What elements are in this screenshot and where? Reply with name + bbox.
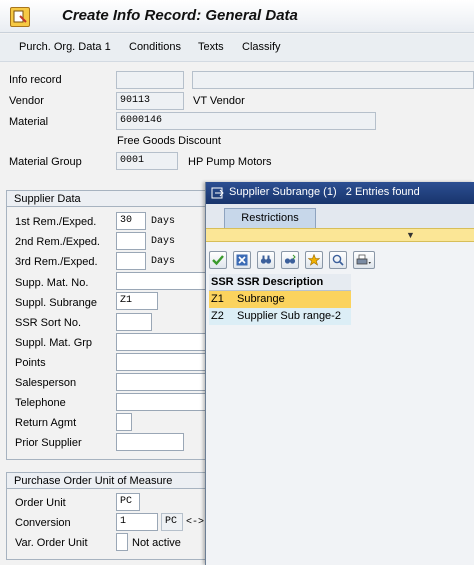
rem2-label: 2nd Rem./Exped. — [15, 236, 100, 248]
rem1-label: 1st Rem./Exped. — [15, 216, 97, 228]
supplier-data-header: Supplier Data — [7, 191, 215, 207]
table-row[interactable]: Z1 Subrange — [209, 291, 351, 308]
row-description: Supplier Sub range-2 — [237, 310, 341, 322]
rem1-field[interactable]: 30 — [116, 212, 146, 230]
return-agmt-checkbox[interactable] — [116, 413, 132, 431]
ssr-sort-no-field[interactable] — [116, 313, 152, 331]
info-record-desc-field — [192, 71, 474, 89]
telephone-label: Telephone — [15, 397, 66, 409]
supp-mat-no-label: Supp. Mat. No. — [15, 277, 89, 289]
results-header-row: SSR SSR Description — [209, 274, 351, 291]
find-next-icon[interactable] — [281, 251, 299, 269]
points-label: Points — [15, 357, 46, 369]
material-group-desc: HP Pump Motors — [188, 156, 272, 168]
var-order-unit-label: Var. Order Unit — [15, 537, 88, 549]
popup-entries-found: 2 Entries found — [345, 186, 420, 198]
popup-title-text: Supplier Subrange (1) — [229, 186, 337, 198]
menu-classify[interactable]: Classify — [242, 41, 281, 53]
salesperson-label: Salesperson — [15, 377, 77, 389]
material-group-label: Material Group — [9, 156, 82, 168]
salesperson-field[interactable] — [116, 373, 210, 391]
material-label: Material — [9, 116, 49, 128]
order-unit-field[interactable]: PC — [116, 493, 140, 511]
material-field[interactable]: 6000146 — [116, 112, 376, 130]
value-help-icon — [211, 187, 224, 199]
order-unit-label: Order Unit — [15, 497, 66, 509]
suppl-mat-grp-label: Suppl. Mat. Grp — [15, 337, 93, 349]
var-order-unit-status: Not active — [132, 537, 181, 549]
check-icon[interactable] — [209, 251, 227, 269]
print-icon[interactable] — [353, 251, 375, 269]
popup-tab-bar: Restrictions — [206, 204, 474, 228]
new-entries-icon[interactable] — [305, 251, 323, 269]
menu-purch-org-data[interactable]: Purch. Org. Data 1 — [19, 41, 111, 53]
popup-toolbar — [206, 248, 474, 272]
prior-supplier-label: Prior Supplier — [15, 437, 82, 449]
ssr-sort-no-label: SSR Sort No. — [15, 317, 82, 329]
info-record-label: Info record — [9, 74, 62, 86]
help-icon[interactable] — [329, 251, 347, 269]
title-bar: Create Info Record: General Data — [0, 0, 474, 33]
vendor-field[interactable]: 90113 — [116, 92, 184, 110]
supplier-subrange-popup: Supplier Subrange (1) 2 Entries found Re… — [205, 182, 474, 565]
expand-arrow-icon[interactable]: ▼ — [406, 230, 415, 240]
supplier-data-title: Supplier Data — [14, 193, 81, 205]
row-description: Subrange — [237, 293, 285, 305]
telephone-field[interactable] — [116, 393, 210, 411]
rem3-label: 3rd Rem./Exped. — [15, 256, 98, 268]
prior-supplier-field[interactable] — [116, 433, 184, 451]
rem3-unit: Days — [151, 256, 176, 267]
popup-title: Supplier Subrange (1) 2 Entries found — [229, 186, 420, 198]
rem3-field[interactable] — [116, 252, 146, 270]
results-list: SSR SSR Description Z1 Subrange Z2 Suppl… — [209, 274, 351, 325]
window-title: Create Info Record: General Data — [62, 7, 298, 24]
info-record-icon[interactable] — [10, 7, 30, 27]
popup-title-bar[interactable]: Supplier Subrange (1) 2 Entries found — [206, 182, 474, 204]
rem1-unit: Days — [151, 216, 176, 227]
supp-mat-no-field[interactable] — [116, 272, 210, 290]
rem2-unit: Days — [151, 236, 176, 247]
row-code: Z2 — [211, 310, 224, 322]
conversion-unit-field: PC — [161, 513, 183, 531]
material-group-field[interactable]: 0001 — [116, 152, 178, 170]
conversion-arrow: <-> — [186, 517, 205, 528]
po-unit-title: Purchase Order Unit of Measure — [14, 475, 173, 487]
column-header-ssr-description[interactable]: SSR Description — [234, 274, 351, 290]
restrictions-toggle-bar[interactable]: ▼ — [206, 228, 474, 242]
vendor-name: VT Vendor — [193, 95, 245, 107]
suppl-mat-grp-field[interactable] — [116, 333, 210, 351]
menu-texts[interactable]: Texts — [198, 41, 224, 53]
menu-conditions[interactable]: Conditions — [129, 41, 181, 53]
points-field[interactable] — [116, 353, 210, 371]
return-agmt-label: Return Agmt — [15, 417, 77, 429]
menu-bar: Purch. Org. Data 1 Conditions Texts Clas… — [0, 34, 474, 62]
tab-restrictions[interactable]: Restrictions — [224, 208, 316, 228]
find-icon[interactable] — [257, 251, 275, 269]
suppl-subrange-label: Suppl. Subrange — [15, 297, 97, 309]
row-code: Z1 — [211, 293, 224, 305]
conversion-field[interactable]: 1 — [116, 513, 158, 531]
rem2-field[interactable] — [116, 232, 146, 250]
cancel-icon[interactable] — [233, 251, 251, 269]
po-unit-header: Purchase Order Unit of Measure — [7, 473, 215, 489]
var-order-unit-checkbox[interactable] — [116, 533, 128, 551]
table-row[interactable]: Z2 Supplier Sub range-2 — [209, 308, 351, 325]
material-description: Free Goods Discount — [117, 135, 221, 147]
info-record-field[interactable] — [116, 71, 184, 89]
vendor-label: Vendor — [9, 95, 44, 107]
column-header-ssr[interactable]: SSR — [209, 274, 234, 290]
conversion-label: Conversion — [15, 517, 71, 529]
suppl-subrange-field[interactable]: Z1 — [116, 292, 158, 310]
